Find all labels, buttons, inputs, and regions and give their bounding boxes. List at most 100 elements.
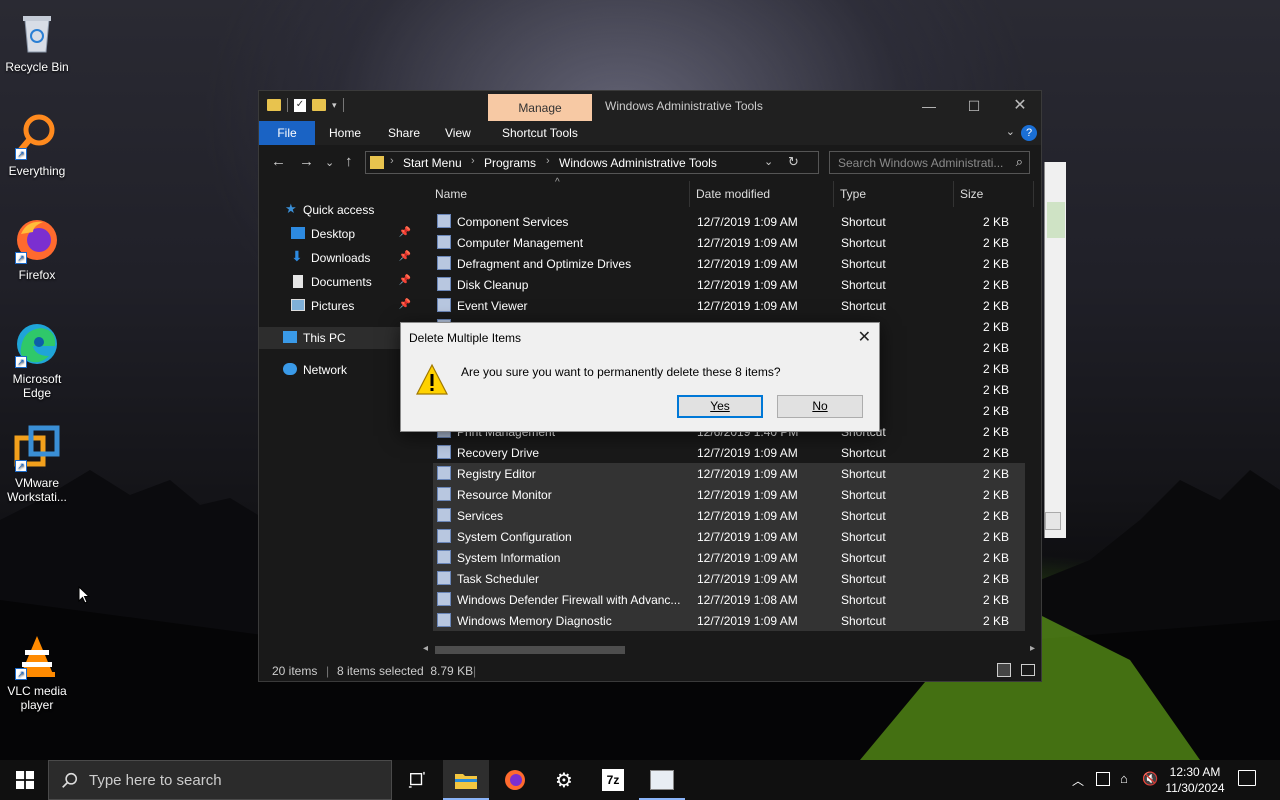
yes-button[interactable]: Yes: [677, 395, 763, 418]
pin-icon[interactable]: 📌: [399, 275, 411, 286]
nav-quick-access[interactable]: ★ Quick access: [259, 199, 417, 221]
breadcrumb-admin-tools[interactable]: Windows Administrative Tools: [559, 156, 717, 170]
taskbar-7zip[interactable]: 7z: [590, 760, 636, 800]
up-button[interactable]: ↑: [345, 153, 353, 170]
desktop-icon-recycle-bin[interactable]: Recycle Bin: [0, 8, 74, 74]
nav-desktop[interactable]: Desktop 📌: [259, 223, 417, 245]
star-icon: ★: [285, 201, 297, 216]
table-row[interactable]: Resource Monitor 12/7/2019 1:09 AM Shortcu…: [433, 484, 1025, 505]
table-row[interactable]: Registry Editor 12/7/2019 1:09 AM Shortcut…: [433, 463, 1025, 484]
scroll-left-icon[interactable]: ◂: [423, 643, 428, 654]
dialog-close-button[interactable]: ✕: [858, 327, 871, 347]
table-row[interactable]: Services 12/7/2019 1:09 AM Shortcut 2 KB: [433, 505, 1025, 526]
nav-this-pc[interactable]: This PC: [259, 327, 417, 349]
tab-share[interactable]: Share: [388, 121, 420, 145]
delete-confirmation-dialog[interactable]: Delete Multiple Items ✕ Are you sure you…: [400, 322, 880, 432]
back-button[interactable]: ←: [271, 153, 286, 170]
desktop-icon-edge[interactable]: ↗ Microsoft Edge: [0, 320, 74, 400]
network-status-icon[interactable]: ⌂: [1120, 771, 1128, 800]
taskbar-search-box[interactable]: Type here to search: [48, 760, 392, 800]
column-separator[interactable]: [1033, 181, 1034, 207]
table-row[interactable]: Component Services 12/7/2019 1:09 AM Short…: [433, 211, 1025, 232]
tray-window-icon[interactable]: [1096, 772, 1110, 786]
pin-icon[interactable]: 📌: [399, 227, 411, 238]
tab-home[interactable]: Home: [329, 121, 361, 145]
large-icons-view-icon[interactable]: [1021, 664, 1035, 676]
properties-icon[interactable]: ✓: [294, 98, 306, 112]
recent-locations-icon[interactable]: ⌄: [325, 156, 334, 169]
notifications-icon[interactable]: [1238, 770, 1256, 786]
scrollbar-thumb[interactable]: [435, 646, 625, 654]
no-button[interactable]: No: [777, 395, 863, 418]
taskbar-settings[interactable]: ⚙: [541, 760, 587, 800]
column-header-type[interactable]: Type: [840, 187, 866, 207]
table-row[interactable]: Computer Management 12/7/2019 1:09 AM Shor…: [433, 232, 1025, 253]
breadcrumb-start-menu[interactable]: Start Menu: [403, 156, 462, 170]
desktop-icon-vlc[interactable]: ↗ VLC media player: [0, 632, 74, 712]
sort-ascending-icon: ^: [555, 177, 560, 188]
file-size: 2 KB: [982, 404, 1009, 418]
forward-button[interactable]: →: [299, 153, 314, 170]
file-size: 2 KB: [982, 509, 1009, 523]
nav-network[interactable]: Network: [259, 359, 417, 381]
background-window[interactable]: [1044, 162, 1066, 538]
column-separator[interactable]: [833, 181, 834, 207]
nav-documents[interactable]: Documents 📌: [259, 271, 417, 293]
nav-downloads[interactable]: ⬇ Downloads 📌: [259, 247, 417, 269]
desktop-icon-firefox[interactable]: ↗ Firefox: [0, 216, 74, 282]
shortcut-file-icon: [437, 277, 451, 291]
close-window-button[interactable]: ✕: [997, 95, 1043, 117]
file-date: 12/7/2019 1:09 AM: [697, 278, 798, 292]
address-bar[interactable]: › Start Menu › Programs › Windows Admini…: [365, 151, 819, 174]
taskbar-app-window[interactable]: [639, 760, 685, 800]
column-header-size[interactable]: Size: [960, 187, 983, 207]
system-clock[interactable]: 12:30 AM 11/30/2024: [1160, 764, 1230, 796]
refresh-icon[interactable]: ↻: [788, 154, 799, 170]
show-hidden-icons-button[interactable]: ︿: [1072, 772, 1084, 800]
title-bar[interactable]: ✓ ▾ Manage Windows Administrative Tools …: [259, 91, 1041, 121]
background-window-button[interactable]: [1045, 512, 1061, 530]
taskbar-firefox[interactable]: [492, 760, 538, 800]
table-row[interactable]: Recovery Drive 12/7/2019 1:09 AM Shortcut 2…: [433, 442, 1025, 463]
tab-file[interactable]: File: [259, 121, 315, 145]
new-folder-icon[interactable]: [312, 99, 326, 111]
tab-view[interactable]: View: [445, 121, 471, 145]
maximize-button[interactable]: ☐: [951, 95, 997, 117]
search-input[interactable]: Search Windows Administrati... ⌕: [829, 151, 1030, 174]
horizontal-scrollbar[interactable]: ◂ ▸: [419, 642, 1041, 658]
manage-context-tab[interactable]: Manage: [488, 94, 592, 121]
table-row[interactable]: Disk Cleanup 12/7/2019 1:09 AM Shortcut 2 K…: [433, 274, 1025, 295]
table-row[interactable]: Event Viewer 12/7/2019 1:09 AM Shortcut 2 K…: [433, 295, 1025, 316]
pin-icon[interactable]: 📌: [399, 251, 411, 262]
documents-icon: [293, 275, 303, 288]
scroll-right-icon[interactable]: ▸: [1030, 643, 1035, 654]
file-type: Shortcut: [841, 215, 886, 229]
nav-pictures[interactable]: Pictures 📌: [259, 295, 417, 317]
customize-toolbar-icon[interactable]: ▾: [332, 100, 337, 111]
table-row[interactable]: System Configuration 12/7/2019 1:09 AM Sho…: [433, 526, 1025, 547]
column-header-name[interactable]: Name: [435, 187, 467, 207]
start-button[interactable]: [0, 760, 48, 800]
column-separator[interactable]: [953, 181, 954, 207]
details-view-icon[interactable]: [997, 663, 1011, 677]
help-icon[interactable]: ?: [1021, 125, 1037, 141]
table-row[interactable]: System Information 12/7/2019 1:09 AM Short…: [433, 547, 1025, 568]
address-dropdown-icon[interactable]: ⌄: [764, 155, 773, 168]
breadcrumb-programs[interactable]: Programs: [484, 156, 536, 170]
table-row[interactable]: Defragment and Optimize Drives 12/7/2019 …: [433, 253, 1025, 274]
pin-icon[interactable]: 📌: [399, 299, 411, 310]
folder-icon[interactable]: [267, 99, 281, 111]
table-row[interactable]: Windows Defender Firewall with Advanc...…: [433, 589, 1025, 610]
tab-shortcut-tools[interactable]: Shortcut Tools: [502, 121, 578, 145]
desktop-icon-everything[interactable]: ↗ Everything: [0, 112, 74, 178]
column-separator[interactable]: [689, 181, 690, 207]
expand-ribbon-icon[interactable]: ⌄: [1006, 125, 1015, 138]
task-view-button[interactable]: [394, 760, 440, 800]
desktop-icon-vmware[interactable]: ↗ VMware Workstati...: [0, 424, 74, 504]
table-row[interactable]: Windows Memory Diagnostic 12/7/2019 1:09 …: [433, 610, 1025, 631]
column-header-date[interactable]: Date modified: [696, 187, 770, 207]
table-row[interactable]: Task Scheduler 12/7/2019 1:09 AM Shortcut 2…: [433, 568, 1025, 589]
minimize-button[interactable]: —: [906, 95, 952, 117]
volume-muted-icon[interactable]: 🔇: [1142, 771, 1158, 800]
taskbar-file-explorer[interactable]: [443, 760, 489, 800]
